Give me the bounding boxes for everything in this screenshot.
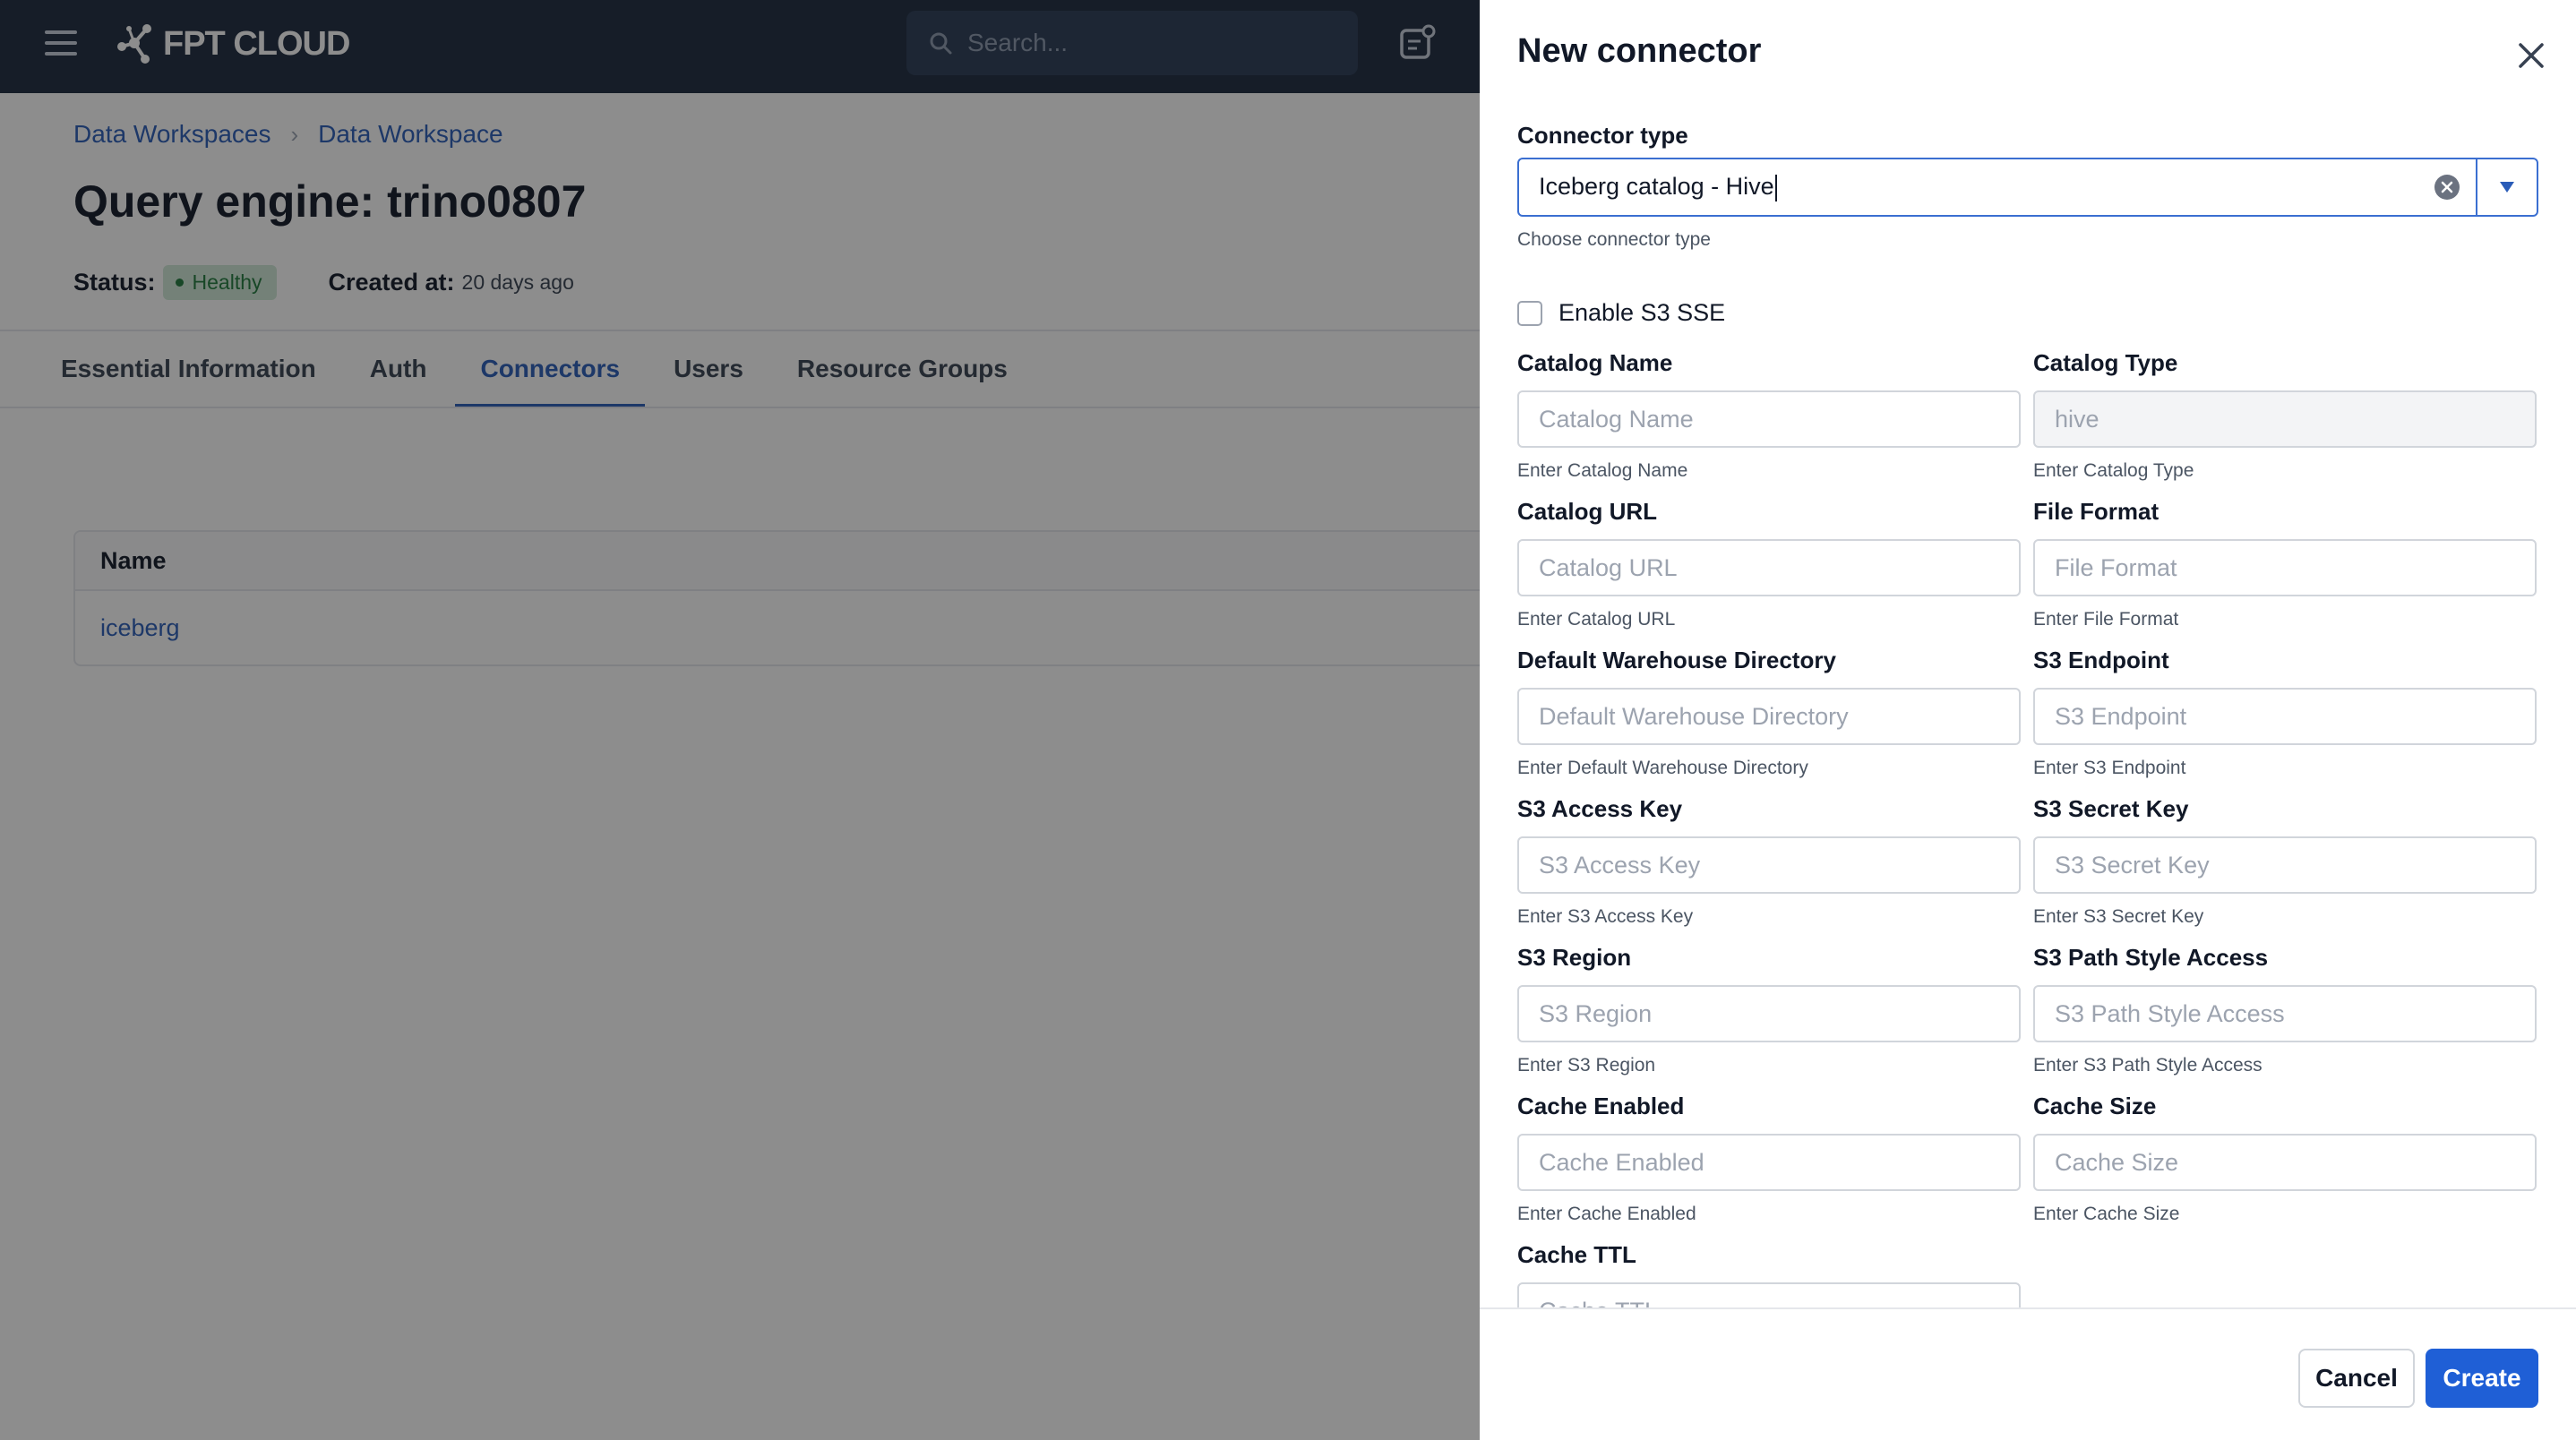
catalog-name-label: Catalog Name xyxy=(1517,349,1673,376)
catalog-name-help: Enter Catalog Name xyxy=(1517,460,1688,481)
s3-endpoint-label: S3 Endpoint xyxy=(2033,647,2169,673)
s3-secret-key-input[interactable]: S3 Secret Key xyxy=(2033,836,2537,894)
cache-enabled-help: Enter Cache Enabled xyxy=(1517,1204,1696,1224)
cache-size-help: Enter Cache Size xyxy=(2033,1204,2180,1224)
drawer-form: Connector type Iceberg catalog - Hive Ch… xyxy=(1517,116,2547,1307)
enable-s3-sse-checkbox[interactable] xyxy=(1517,300,1542,326)
default-warehouse-directory-label: Default Warehouse Directory xyxy=(1517,647,1836,673)
cache-size-input[interactable]: Cache Size xyxy=(2033,1134,2537,1191)
catalog-type-help: Enter Catalog Type xyxy=(2033,460,2194,481)
file-format-label: File Format xyxy=(2033,498,2160,525)
s3-endpoint-help: Enter S3 Endpoint xyxy=(2033,758,2186,778)
file-format-input[interactable]: File Format xyxy=(2033,539,2537,596)
connector-type-value: Iceberg catalog - Hive xyxy=(1539,173,1774,201)
default-warehouse-directory-input[interactable]: Default Warehouse Directory xyxy=(1517,688,2021,745)
cancel-button[interactable]: Cancel xyxy=(2298,1349,2415,1408)
connector-type-label: Connector type xyxy=(1517,122,1688,149)
s3-access-key-help: Enter S3 Access Key xyxy=(1517,906,1694,927)
catalog-type-field: Catalog Type hive Enter Catalog Type xyxy=(2033,347,2537,482)
cache-size-field: Cache Size Cache Size Enter Cache Size xyxy=(2033,1091,2537,1225)
catalog-url-label: Catalog URL xyxy=(1517,498,1657,525)
default-warehouse-directory-field: Default Warehouse Directory Default Ware… xyxy=(1517,645,2021,779)
close-icon[interactable] xyxy=(2513,38,2549,73)
enable-s3-sse-row[interactable]: Enable S3 SSE xyxy=(1517,299,1725,327)
s3-path-style-access-help: Enter S3 Path Style Access xyxy=(2033,1055,2263,1076)
enable-s3-sse-label: Enable S3 SSE xyxy=(1558,299,1726,326)
default-warehouse-directory-help: Enter Default Warehouse Directory xyxy=(1517,758,1808,778)
cache-enabled-input[interactable]: Cache Enabled xyxy=(1517,1134,2021,1191)
s3-region-field: S3 Region S3 Region Enter S3 Region xyxy=(1517,942,2021,1076)
cache-enabled-field: Cache Enabled Cache Enabled Enter Cache … xyxy=(1517,1091,2021,1225)
new-connector-drawer: New connector Connector type Iceberg cat… xyxy=(1480,0,2576,1440)
s3-access-key-input[interactable]: S3 Access Key xyxy=(1517,836,2021,894)
file-format-field: File Format File Format Enter File Forma… xyxy=(2033,496,2537,630)
catalog-url-help: Enter Catalog URL xyxy=(1517,609,1676,630)
cache-ttl-input[interactable]: Cache TTL xyxy=(1517,1282,2021,1307)
s3-secret-key-help: Enter S3 Secret Key xyxy=(2033,906,2204,927)
s3-region-label: S3 Region xyxy=(1517,944,1632,971)
s3-endpoint-field: S3 Endpoint S3 Endpoint Enter S3 Endpoin… xyxy=(2033,645,2537,779)
drawer-title: New connector xyxy=(1517,32,1762,70)
s3-region-help: Enter S3 Region xyxy=(1517,1055,1656,1076)
s3-region-input[interactable]: S3 Region xyxy=(1517,985,2021,1042)
s3-path-style-access-input[interactable]: S3 Path Style Access xyxy=(2033,985,2537,1042)
file-format-help: Enter File Format xyxy=(2033,609,2179,630)
s3-path-style-access-field: S3 Path Style Access S3 Path Style Acces… xyxy=(2033,942,2537,1076)
create-button[interactable]: Create xyxy=(2426,1349,2538,1408)
s3-path-style-access-label: S3 Path Style Access xyxy=(2033,944,2269,971)
footer-divider xyxy=(1480,1307,2576,1309)
s3-access-key-label: S3 Access Key xyxy=(1517,795,1683,822)
catalog-type-input: hive xyxy=(2033,390,2537,448)
clear-icon[interactable] xyxy=(2434,175,2460,200)
cache-ttl-field: Cache TTL Cache TTL xyxy=(1517,1239,2021,1307)
catalog-url-field: Catalog URL Catalog URL Enter Catalog UR… xyxy=(1517,496,2021,630)
connector-type-help: Choose connector type xyxy=(1517,229,1711,250)
cache-size-label: Cache Size xyxy=(2033,1093,2157,1119)
cache-ttl-label: Cache TTL xyxy=(1517,1241,1636,1268)
dropdown-triangle-icon[interactable] xyxy=(2477,159,2537,215)
s3-secret-key-field: S3 Secret Key S3 Secret Key Enter S3 Sec… xyxy=(2033,793,2537,928)
s3-access-key-field: S3 Access Key S3 Access Key Enter S3 Acc… xyxy=(1517,793,2021,928)
text-cursor xyxy=(1774,174,1777,201)
connector-type-select[interactable]: Iceberg catalog - Hive xyxy=(1517,158,2538,217)
s3-secret-key-label: S3 Secret Key xyxy=(2033,795,2189,822)
cache-enabled-label: Cache Enabled xyxy=(1517,1093,1685,1119)
catalog-type-label: Catalog Type xyxy=(2033,349,2178,376)
catalog-name-input[interactable]: Catalog Name xyxy=(1517,390,2021,448)
catalog-name-field: Catalog Name Catalog Name Enter Catalog … xyxy=(1517,347,2021,482)
s3-endpoint-input[interactable]: S3 Endpoint xyxy=(2033,688,2537,745)
catalog-url-input[interactable]: Catalog URL xyxy=(1517,539,2021,596)
